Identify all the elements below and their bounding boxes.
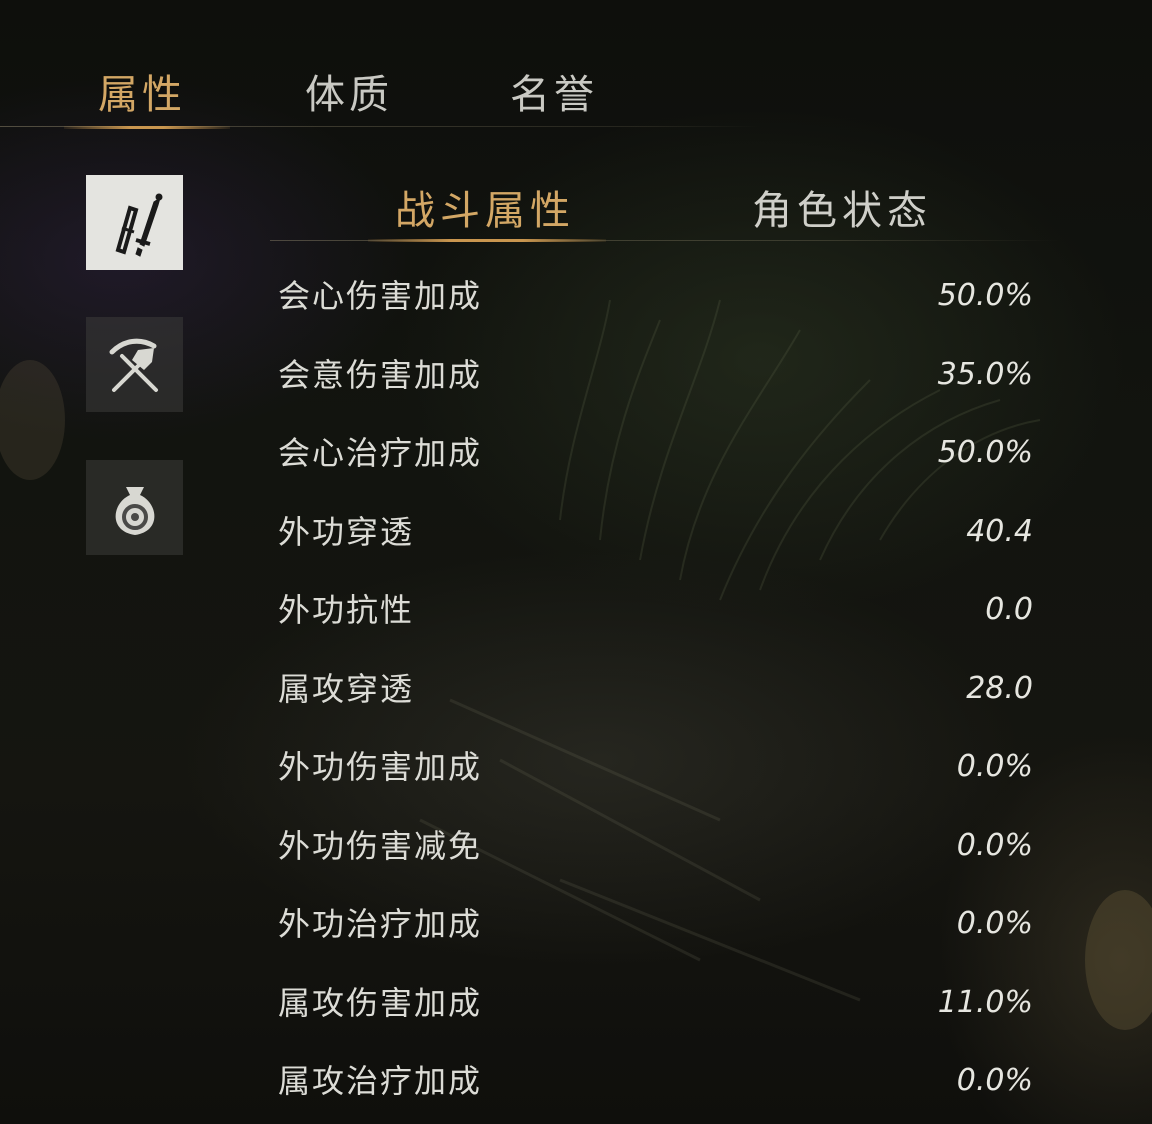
stat-label: 属攻穿透	[278, 670, 415, 708]
stat-label: 会心治疗加成	[278, 434, 483, 472]
stat-label: 会心伤害加成	[278, 277, 483, 315]
stat-label: 会意伤害加成	[278, 356, 483, 394]
tab-combat-attributes[interactable]: 战斗属性	[395, 178, 575, 234]
tab-constitution[interactable]: 体质	[305, 62, 393, 122]
stat-value: 0.0%	[956, 749, 1033, 784]
money-bag-icon	[115, 486, 154, 535]
stat-label: 外功穿透	[278, 513, 415, 551]
weapon-icon	[115, 193, 162, 257]
top-tab-active-indicator	[64, 126, 230, 129]
stat-value: 50.0%	[937, 435, 1033, 470]
stat-row: 属攻治疗加成 0.0%	[278, 1056, 1033, 1106]
stat-value: 11.0%	[937, 985, 1033, 1020]
stat-value: 35.0%	[937, 357, 1033, 392]
stat-row: 会心治疗加成 50.0%	[278, 428, 1033, 478]
stat-row: 外功治疗加成 0.0%	[278, 899, 1033, 949]
stat-row: 外功抗性 0.0	[278, 585, 1033, 635]
tab-character-status[interactable]: 角色状态	[752, 178, 932, 234]
stat-row: 会意伤害加成 35.0%	[278, 350, 1033, 400]
stat-value: 50.0%	[937, 278, 1033, 313]
stat-row: 会心伤害加成 50.0%	[278, 271, 1033, 321]
background-scenery	[0, 299, 1152, 1030]
stat-value: 40.4	[966, 514, 1033, 549]
stat-label: 外功伤害减免	[278, 827, 483, 865]
stat-row: 外功伤害加成 0.0%	[278, 742, 1033, 792]
sub-tab-active-indicator	[368, 239, 606, 242]
stat-value: 0.0%	[956, 1063, 1033, 1098]
stat-value: 0.0	[985, 592, 1033, 627]
stats-panel: 属性 体质 名誉 战斗属性 角色状态 会心伤害加成 50.0% 会意伤害加成 3…	[0, 0, 1152, 1124]
stat-label: 外功伤害加成	[278, 748, 483, 786]
stat-value: 28.0	[966, 671, 1033, 706]
stat-label: 外功治疗加成	[278, 905, 483, 943]
stat-value: 0.0%	[956, 828, 1033, 863]
side-button-weapon[interactable]	[86, 175, 183, 270]
tab-attributes[interactable]: 属性	[98, 62, 186, 122]
stat-value: 0.0%	[956, 906, 1033, 941]
side-button-money[interactable]	[86, 460, 183, 555]
stat-row: 外功伤害减免 0.0%	[278, 821, 1033, 871]
stat-row: 外功穿透 40.4	[278, 507, 1033, 557]
stat-label: 属攻伤害加成	[278, 984, 483, 1022]
stat-row: 属攻伤害加成 11.0%	[278, 978, 1033, 1028]
tab-reputation[interactable]: 名誉	[510, 62, 598, 122]
tools-icon	[109, 338, 158, 392]
side-button-tools[interactable]	[86, 317, 183, 412]
stat-label: 外功抗性	[278, 591, 415, 629]
stat-row: 属攻穿透 28.0	[278, 664, 1033, 714]
stat-label: 属攻治疗加成	[278, 1062, 483, 1100]
